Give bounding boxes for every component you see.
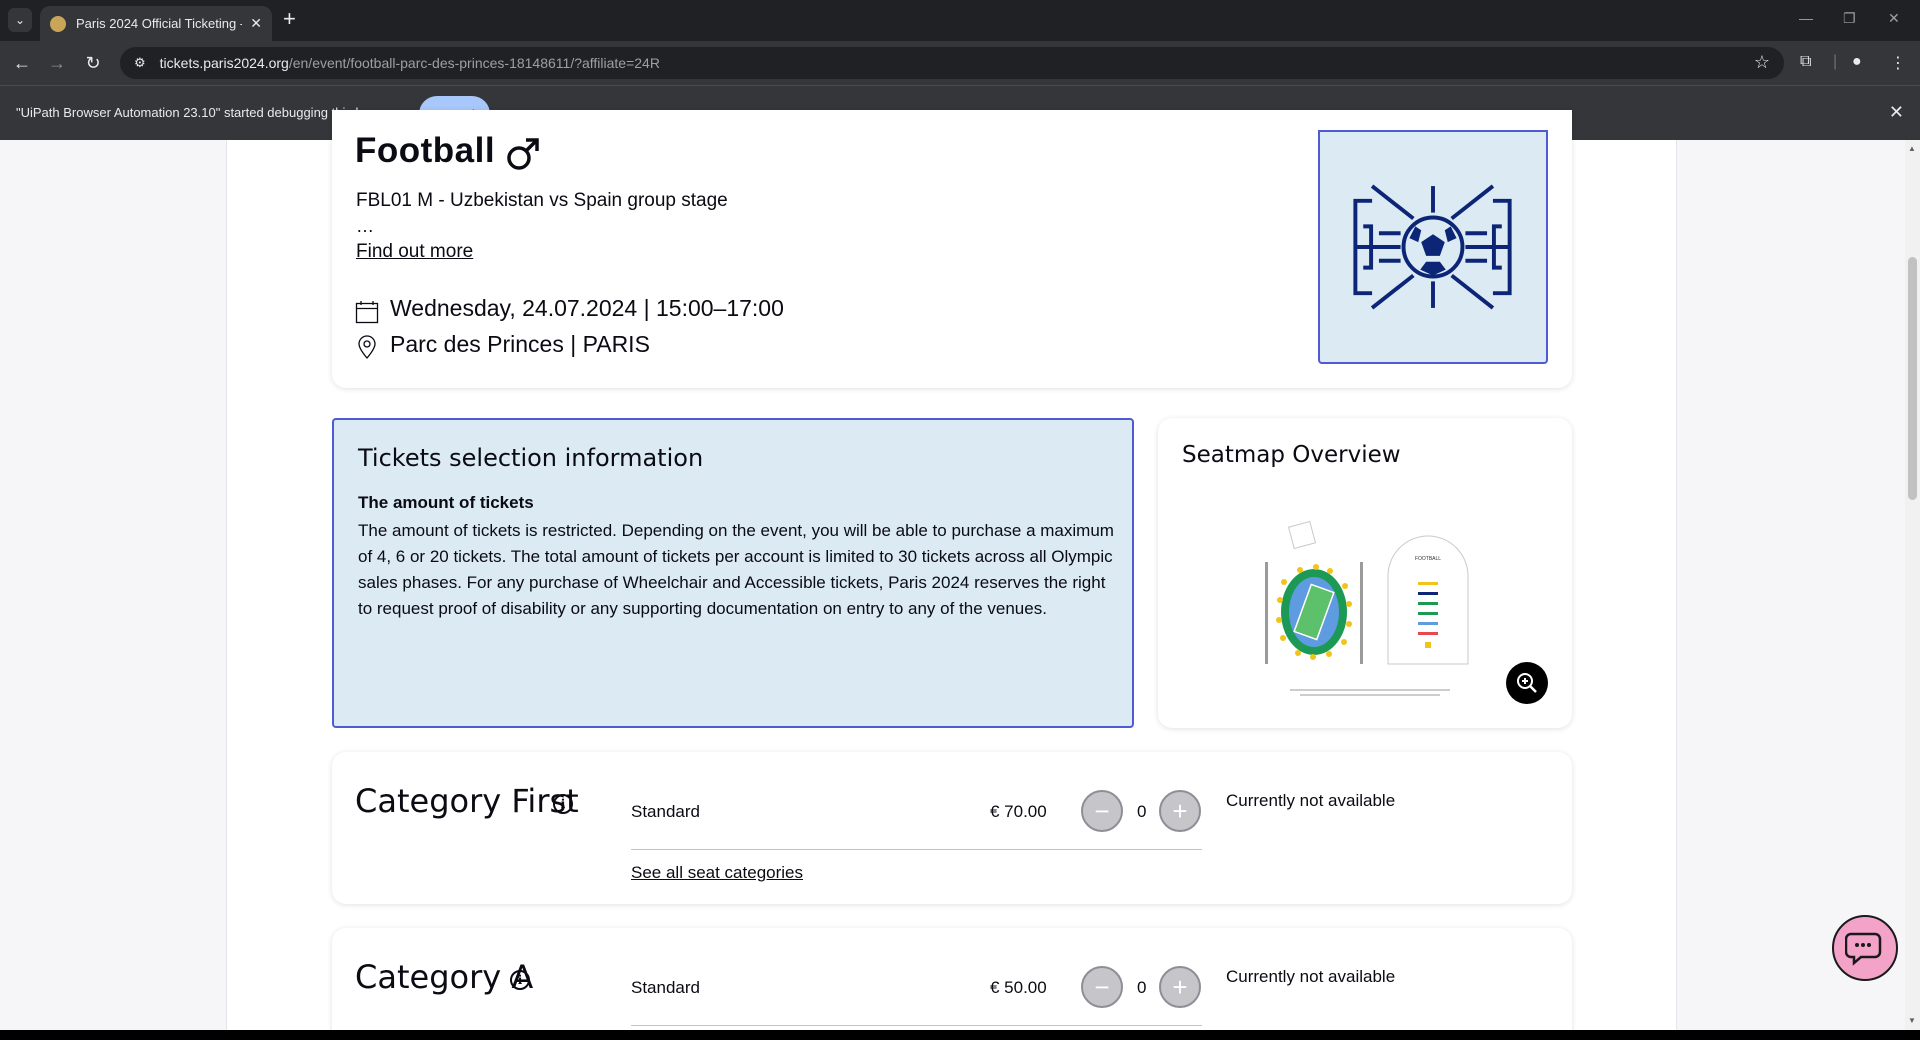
tab-close-icon[interactable]: ✕	[250, 15, 262, 32]
page-scrollbar[interactable]: ▲ ▼	[1905, 140, 1920, 1030]
category-card	[332, 752, 1572, 904]
forward-arrow-icon[interactable]: →	[45, 51, 69, 75]
seat-price: € 70.00	[990, 802, 1047, 821]
info-body-text: The amount of tickets is restricted. Dep…	[358, 521, 1114, 618]
scroll-down-arrow-icon[interactable]: ▼	[1908, 1016, 1916, 1025]
tab-title: Paris 2024 Official Ticketing - Fo	[76, 16, 242, 31]
seatmap-zoom-button[interactable]	[1506, 662, 1548, 704]
see-all-seat-categories-link[interactable]: See all seat categories	[631, 863, 803, 883]
seatmap-image[interactable]: FOOTBALL	[1250, 520, 1490, 705]
category-name: Category A	[355, 958, 534, 996]
scroll-up-arrow-icon[interactable]: ▲	[1908, 144, 1916, 153]
football-pictogram-box	[1318, 130, 1548, 364]
quantity-value: 0	[1137, 978, 1147, 997]
quantity-value: 0	[1137, 802, 1147, 821]
window-close-icon[interactable]: ✕	[1888, 10, 1900, 27]
male-gender-icon	[507, 138, 539, 170]
seatmap-legend-title: FOOTBALL	[1415, 556, 1441, 562]
seat-type: Standard	[631, 978, 700, 997]
category-divider	[631, 1025, 1202, 1026]
increase-quantity-button[interactable]: +	[1159, 790, 1201, 832]
active-tab[interactable]: Paris 2024 Official Ticketing - Fo ✕	[40, 6, 272, 41]
tickets-selection-info-box: Tickets selection information The amount…	[332, 418, 1134, 728]
site-info-icon[interactable]: ⚙	[134, 55, 146, 71]
event-subtitle: FBL01 M - Uzbekistan vs Spain group stag…	[356, 190, 728, 211]
minimize-icon[interactable]: —	[1799, 10, 1813, 26]
find-out-more-link[interactable]: Find out more	[356, 241, 473, 263]
description-ellipsis: …	[356, 216, 374, 236]
category-info-icon[interactable]: i	[510, 970, 530, 990]
paris2024-favicon-icon	[50, 15, 66, 32]
zoom-in-icon	[1517, 673, 1537, 693]
extensions-icon[interactable]: ⧉	[1800, 53, 1811, 71]
tab-search-button[interactable]: ⌄	[8, 8, 32, 32]
toolbar-divider: |	[1833, 53, 1838, 70]
browser-tab-bar: ⌄ Paris 2024 Official Ticketing - Fo ✕ +…	[0, 0, 1920, 41]
event-venue: Parc des Princes | PARIS	[390, 331, 650, 357]
url-path: /en/event/football-parc-des-princes-1814…	[288, 55, 660, 71]
address-bar[interactable]: ⚙ tickets.paris2024.org/en/event/footbal…	[120, 47, 1784, 79]
chat-bubble-icon	[1845, 932, 1882, 966]
seat-type: Standard	[631, 802, 700, 821]
category-info-icon[interactable]: i	[553, 794, 573, 814]
decrease-quantity-button[interactable]: −	[1081, 966, 1123, 1008]
infobar-close-icon[interactable]: ✕	[1889, 102, 1904, 123]
event-date: Wednesday, 24.07.2024 | 15:00–17:00	[390, 295, 784, 321]
url-host: tickets.paris2024.org	[159, 55, 289, 71]
category-name: Category First	[355, 782, 579, 820]
seatmap-title: Seatmap Overview	[1182, 442, 1401, 468]
browser-menu-icon[interactable]: ⋮	[1890, 53, 1906, 73]
reload-icon[interactable]: ↻	[81, 51, 105, 75]
chat-support-button[interactable]	[1832, 915, 1898, 981]
availability-status: Currently not available	[1226, 967, 1396, 986]
seat-price: € 50.00	[990, 978, 1047, 997]
browser-toolbar: ← → ↻ ⚙ tickets.paris2024.org/en/event/f…	[0, 41, 1920, 85]
restore-icon[interactable]: ❐	[1843, 10, 1856, 27]
new-tab-button[interactable]: +	[283, 8, 296, 30]
category-divider	[631, 849, 1202, 850]
back-arrow-icon[interactable]: ←	[10, 51, 34, 75]
location-pin-icon	[358, 335, 376, 359]
info-title: Tickets selection information	[358, 444, 704, 472]
calendar-icon	[355, 301, 379, 324]
availability-status: Currently not available	[1226, 791, 1396, 810]
scrollbar-thumb[interactable]	[1908, 257, 1917, 500]
bookmark-star-icon[interactable]: ☆	[1754, 52, 1770, 73]
info-subtitle: The amount of tickets	[358, 493, 534, 512]
football-pitch-pictogram-icon	[1353, 184, 1512, 310]
window-bottom-edge	[0, 1030, 1920, 1040]
decrease-quantity-button[interactable]: −	[1081, 790, 1123, 832]
profile-icon[interactable]: ●	[1852, 53, 1862, 71]
increase-quantity-button[interactable]: +	[1159, 966, 1201, 1008]
event-title: Football	[355, 131, 496, 170]
